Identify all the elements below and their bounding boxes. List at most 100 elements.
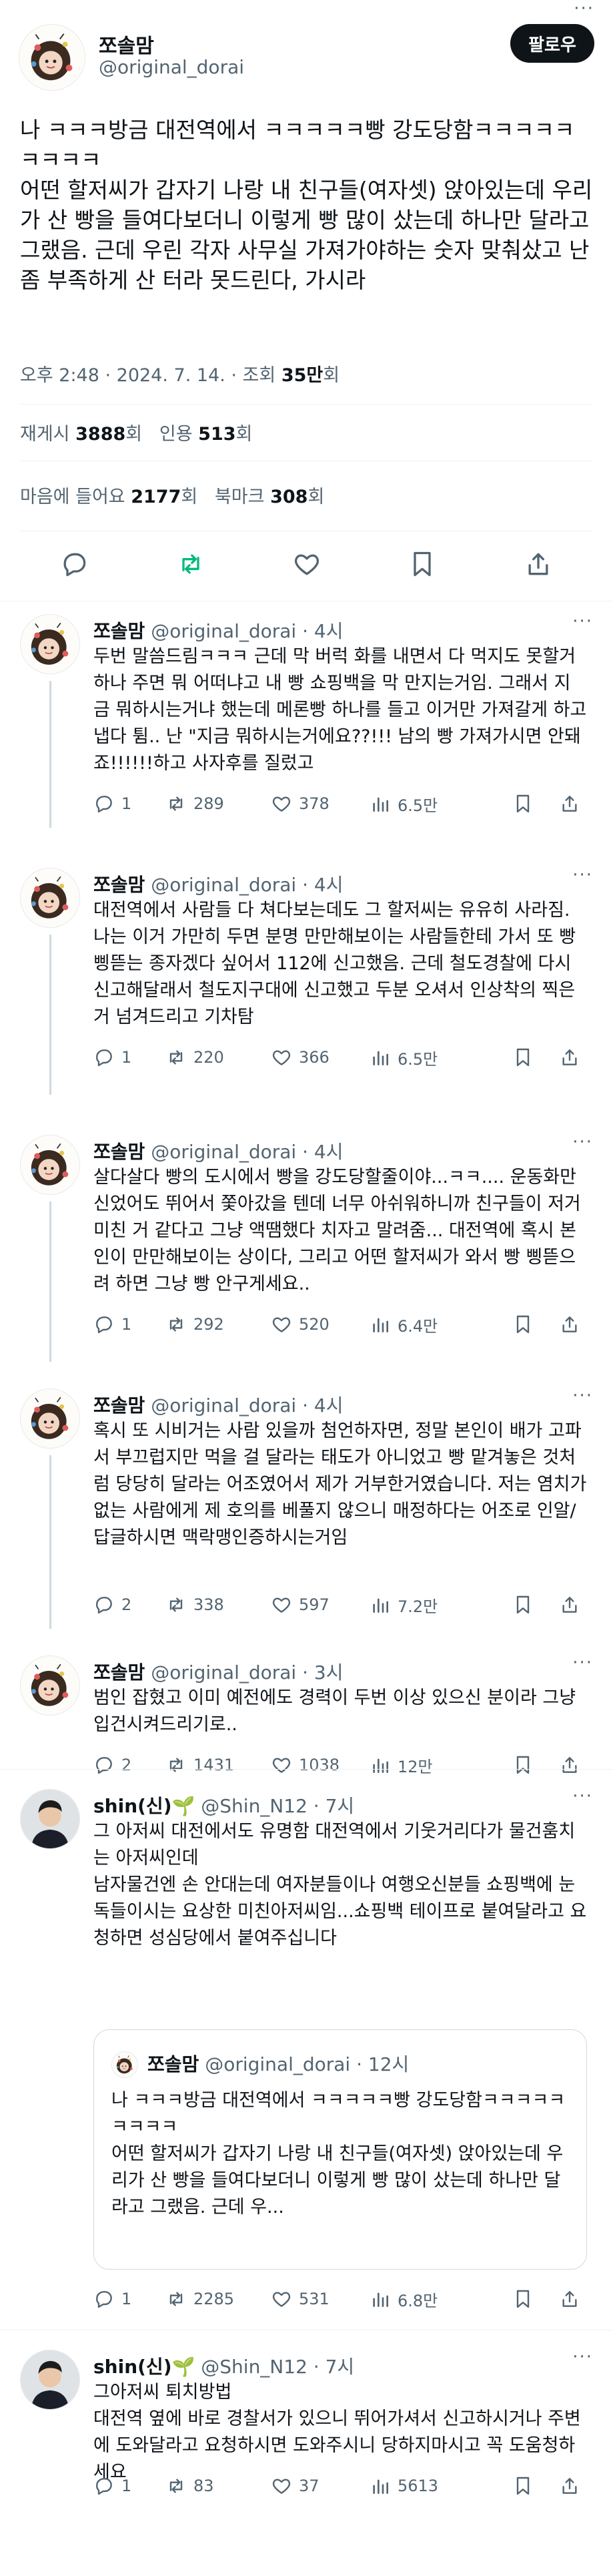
- bookmark-icon[interactable]: [512, 1754, 534, 1776]
- reply-avatar[interactable]: [20, 1388, 80, 1449]
- like-icon[interactable]: [271, 793, 292, 814]
- reply-icon[interactable]: [60, 549, 89, 579]
- reply-author-handle[interactable]: @original_dorai: [151, 1141, 296, 1163]
- more-options-icon[interactable]: ···: [572, 1786, 593, 1806]
- bookmark-icon[interactable]: [512, 1047, 534, 1068]
- quotes-count[interactable]: 513: [198, 424, 235, 445]
- share-icon[interactable]: [559, 2288, 580, 2310]
- like-icon[interactable]: [271, 1314, 292, 1335]
- like-icon[interactable]: [292, 549, 322, 579]
- reply-count[interactable]: 1: [121, 1315, 131, 1334]
- retweet-count[interactable]: 83: [193, 2477, 214, 2495]
- views-count[interactable]: 7.2만: [398, 1593, 438, 1617]
- reply-time[interactable]: · 4시: [302, 1394, 343, 1416]
- retweet-icon[interactable]: [176, 549, 205, 579]
- reply-icon[interactable]: [93, 2475, 115, 2497]
- reply-time[interactable]: · 7시: [314, 1795, 354, 1817]
- reply-count[interactable]: 2: [121, 1756, 131, 1774]
- reply-time[interactable]: · 4시: [302, 1141, 343, 1163]
- views-icon[interactable]: [370, 2288, 391, 2310]
- like-count[interactable]: 531: [299, 2290, 330, 2308]
- bookmark-icon[interactable]: [512, 1594, 534, 1615]
- more-options-icon[interactable]: ···: [572, 865, 593, 885]
- reply-author-name[interactable]: 쪼솔맘: [93, 620, 145, 642]
- reply-author-name[interactable]: 쪼솔맘: [93, 1661, 145, 1684]
- retweet-icon[interactable]: [165, 2288, 187, 2310]
- views-icon[interactable]: [370, 2475, 391, 2497]
- author-avatar[interactable]: [19, 24, 85, 91]
- reply-author-name[interactable]: 쪼솔맘: [93, 874, 145, 896]
- reply-avatar[interactable]: [20, 1135, 80, 1195]
- author-name[interactable]: 쪼솔맘: [99, 29, 154, 59]
- share-icon[interactable]: [559, 1047, 580, 1068]
- reply-author-handle[interactable]: @original_dorai: [151, 1661, 296, 1684]
- bookmarks-label[interactable]: 북마크: [215, 487, 265, 507]
- more-options-icon[interactable]: ···: [572, 1653, 593, 1673]
- more-options-icon[interactable]: ···: [572, 1132, 593, 1152]
- reply-count[interactable]: 1: [121, 1048, 131, 1067]
- quoted-tweet[interactable]: 쪼솔맘 @original_dorai · 12시 나 ㅋㅋㅋ방금 대전역에서 ㅋ…: [93, 2029, 587, 2270]
- bookmark-icon[interactable]: [408, 549, 437, 579]
- likes-count[interactable]: 2177: [131, 487, 181, 507]
- views-count[interactable]: 6.5만: [398, 792, 438, 816]
- reply-author-handle[interactable]: @original_dorai: [151, 620, 296, 642]
- reply-author-name[interactable]: 쪼솔맘: [93, 1394, 145, 1416]
- reply-icon[interactable]: [93, 1754, 115, 1776]
- retweet-icon[interactable]: [165, 793, 187, 814]
- retweet-count[interactable]: 338: [193, 1595, 224, 1614]
- reply-author-handle[interactable]: @original_dorai: [151, 874, 296, 896]
- bookmark-icon[interactable]: [512, 2288, 534, 2310]
- views-icon[interactable]: [370, 1594, 391, 1615]
- retweet-count[interactable]: 1431: [193, 1756, 234, 1774]
- quotes-label[interactable]: 인용: [159, 424, 193, 445]
- retweet-count[interactable]: 2285: [193, 2290, 234, 2308]
- reply-avatar[interactable]: [20, 868, 80, 928]
- retweet-icon[interactable]: [165, 1754, 187, 1776]
- like-count[interactable]: 597: [299, 1595, 330, 1614]
- like-count[interactable]: 378: [299, 794, 330, 813]
- share-icon[interactable]: [524, 549, 553, 579]
- retweet-icon[interactable]: [165, 2475, 187, 2497]
- like-icon[interactable]: [271, 1594, 292, 1615]
- bookmark-icon[interactable]: [512, 2475, 534, 2497]
- reply-author-name[interactable]: 쪼솔맘: [93, 1141, 145, 1163]
- reply-count[interactable]: 1: [121, 2477, 131, 2495]
- views-count[interactable]: 12만: [398, 1754, 433, 1777]
- retweet-icon[interactable]: [165, 1047, 187, 1068]
- reply-time[interactable]: · 4시: [302, 874, 343, 896]
- like-count[interactable]: 37: [299, 2477, 320, 2495]
- reply-icon[interactable]: [93, 1594, 115, 1615]
- views-count[interactable]: 6.5만: [398, 1046, 438, 1069]
- retweet-count[interactable]: 289: [193, 794, 224, 813]
- more-options-icon[interactable]: ···: [572, 611, 593, 631]
- share-icon[interactable]: [559, 1314, 580, 1335]
- reply-time[interactable]: · 7시: [314, 2356, 354, 2378]
- reply-avatar[interactable]: [20, 1789, 80, 1849]
- views-count[interactable]: 6.8만: [398, 2288, 438, 2311]
- author-handle[interactable]: @original_dorai: [99, 56, 244, 78]
- reply-author-handle[interactable]: @Shin_N12: [201, 2356, 308, 2378]
- views-count[interactable]: 6.4만: [398, 1313, 438, 1336]
- views-icon[interactable]: [370, 1314, 391, 1335]
- retweets-count[interactable]: 3888: [75, 424, 125, 445]
- share-icon[interactable]: [559, 1754, 580, 1776]
- tweet-timestamp[interactable]: 오후 2:48 · 2024. 7. 14. · 조회: [20, 365, 275, 386]
- follow-button[interactable]: 팔로우: [510, 24, 594, 63]
- more-options-icon[interactable]: ···: [572, 2347, 593, 2367]
- like-count[interactable]: 366: [299, 1048, 330, 1067]
- retweet-count[interactable]: 292: [193, 1315, 224, 1334]
- bookmark-icon[interactable]: [512, 1314, 534, 1335]
- bookmarks-count[interactable]: 308: [270, 487, 308, 507]
- retweets-label[interactable]: 재게시: [20, 424, 70, 445]
- views-icon[interactable]: [370, 1047, 391, 1068]
- more-options-icon[interactable]: ···: [572, 1386, 593, 1406]
- like-count[interactable]: 1038: [299, 1756, 340, 1774]
- reply-count[interactable]: 1: [121, 794, 131, 813]
- reply-avatar[interactable]: [20, 614, 80, 674]
- retweet-icon[interactable]: [165, 1594, 187, 1615]
- views-count[interactable]: 5613: [398, 2477, 438, 2495]
- reply-author-handle[interactable]: @Shin_N12: [201, 1795, 308, 1817]
- share-icon[interactable]: [559, 2475, 580, 2497]
- share-icon[interactable]: [559, 1594, 580, 1615]
- like-icon[interactable]: [271, 1754, 292, 1776]
